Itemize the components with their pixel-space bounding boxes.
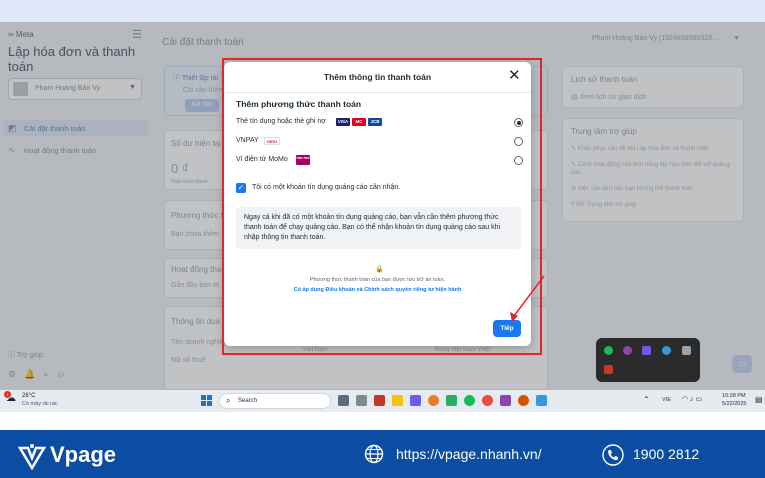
windows-start-icon[interactable] bbox=[201, 395, 213, 407]
highlight-box bbox=[222, 58, 542, 355]
spotify-tray-icon[interactable] bbox=[604, 346, 613, 355]
weather-temp: 28°C bbox=[22, 393, 36, 399]
app-tray-icon[interactable] bbox=[623, 346, 632, 355]
weather-badge: 1 bbox=[4, 391, 11, 398]
weather-desc: Có mây rải rác bbox=[22, 401, 58, 407]
spotify-icon[interactable] bbox=[464, 395, 475, 406]
task-view-icon[interactable] bbox=[338, 395, 349, 406]
chevron-up-icon[interactable]: ⌃ bbox=[643, 395, 650, 404]
brand-name: Vpage bbox=[50, 442, 117, 467]
chrome-profile-icon[interactable] bbox=[482, 395, 493, 406]
shield-tray-icon[interactable] bbox=[662, 346, 671, 355]
mcafee-tray-icon[interactable] bbox=[604, 365, 613, 374]
hotline[interactable]: 1900 2812 bbox=[633, 446, 699, 462]
tray-overflow-popup bbox=[596, 338, 700, 382]
mcafee-icon[interactable] bbox=[374, 395, 385, 406]
search-placeholder: Search bbox=[238, 398, 258, 404]
notification-icon[interactable]: ▤ bbox=[755, 395, 763, 404]
website-url[interactable]: https://vpage.nhanh.vn/ bbox=[396, 446, 542, 462]
clock-date[interactable]: 5/22/2025 bbox=[722, 401, 746, 407]
brand-footer: Vpage https://vpage.nhanh.vn/ 1900 2812 bbox=[0, 430, 765, 478]
top-band bbox=[0, 0, 765, 22]
vpage-logo-icon bbox=[18, 444, 46, 470]
link-tray-icon[interactable] bbox=[682, 346, 691, 355]
chrome-profile-icon[interactable] bbox=[518, 395, 529, 406]
search-icon: ⌕ bbox=[226, 396, 231, 405]
chrome-icon[interactable] bbox=[428, 395, 439, 406]
app-icon[interactable] bbox=[356, 395, 367, 406]
phone-icon bbox=[602, 444, 624, 466]
taskbar-search[interactable]: ⌕ Search bbox=[219, 393, 331, 409]
pen-tray-icon[interactable] bbox=[642, 346, 651, 355]
app-icon[interactable] bbox=[500, 395, 511, 406]
pen-icon[interactable] bbox=[410, 395, 421, 406]
folder-icon[interactable] bbox=[392, 395, 403, 406]
excel-icon[interactable] bbox=[446, 395, 457, 406]
network-volume-battery-icons[interactable]: ◠ ♪ ▭ bbox=[682, 395, 702, 403]
spacer bbox=[0, 412, 765, 430]
highlight-arrow-icon bbox=[510, 275, 545, 322]
globe-icon bbox=[364, 444, 384, 464]
app-icon[interactable] bbox=[536, 395, 547, 406]
clock-time[interactable]: 10:28 PM bbox=[722, 393, 746, 399]
language-indicator[interactable]: VIE bbox=[662, 397, 671, 403]
taskbar: ☁ 1 28°C Có mây rải rác ⌕ Search ⌃ VIE ◠… bbox=[0, 390, 765, 412]
taskbar-apps bbox=[336, 390, 576, 412]
